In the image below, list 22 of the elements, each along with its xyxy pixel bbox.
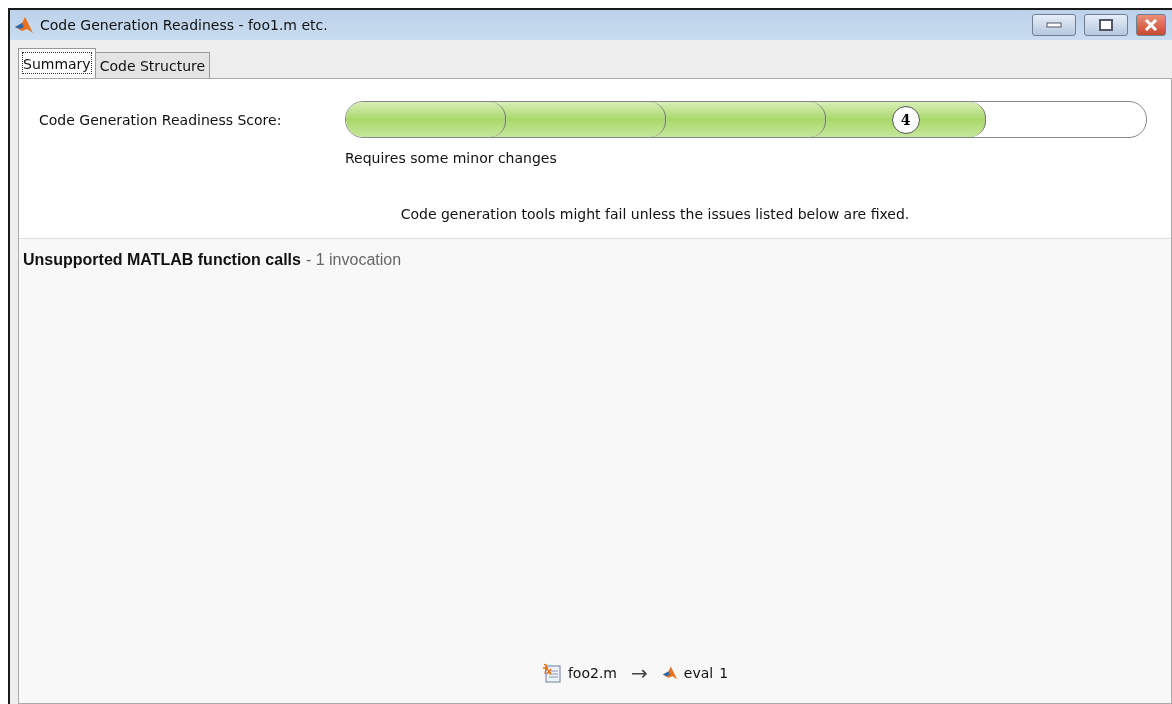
close-icon	[1144, 19, 1158, 31]
maximize-button[interactable]	[1084, 14, 1128, 36]
function-file-icon	[541, 663, 562, 683]
tab[interactable]: Code Structure	[94, 52, 211, 78]
issue-title: Unsupported MATLAB function calls	[23, 251, 301, 269]
arrow-text: →	[631, 661, 648, 685]
score-verdict: Requires some minor changes	[345, 150, 558, 166]
function-name[interactable]: eval	[683, 665, 714, 681]
close-button[interactable]	[1136, 14, 1166, 36]
file-name[interactable]: foo2.m	[567, 665, 617, 681]
maximize-icon	[1099, 19, 1113, 31]
minimize-icon	[1046, 22, 1062, 28]
matlab-logo-icon	[661, 665, 678, 681]
matlab-logo-icon	[14, 15, 34, 35]
issue-count: - 1 invocation	[305, 251, 402, 269]
window-title: Code Generation Readiness - foo1.m etc.	[40, 17, 329, 33]
message-text: Code generation tools might fail unless the issues listed below are fixed.	[399, 206, 911, 222]
tab[interactable]: Summary	[18, 48, 96, 78]
score-badge: 4	[891, 105, 920, 134]
call-count: 1	[719, 665, 729, 681]
minimize-button[interactable]	[1032, 14, 1076, 36]
score-label: Code Generation Readiness Score:	[39, 111, 283, 128]
